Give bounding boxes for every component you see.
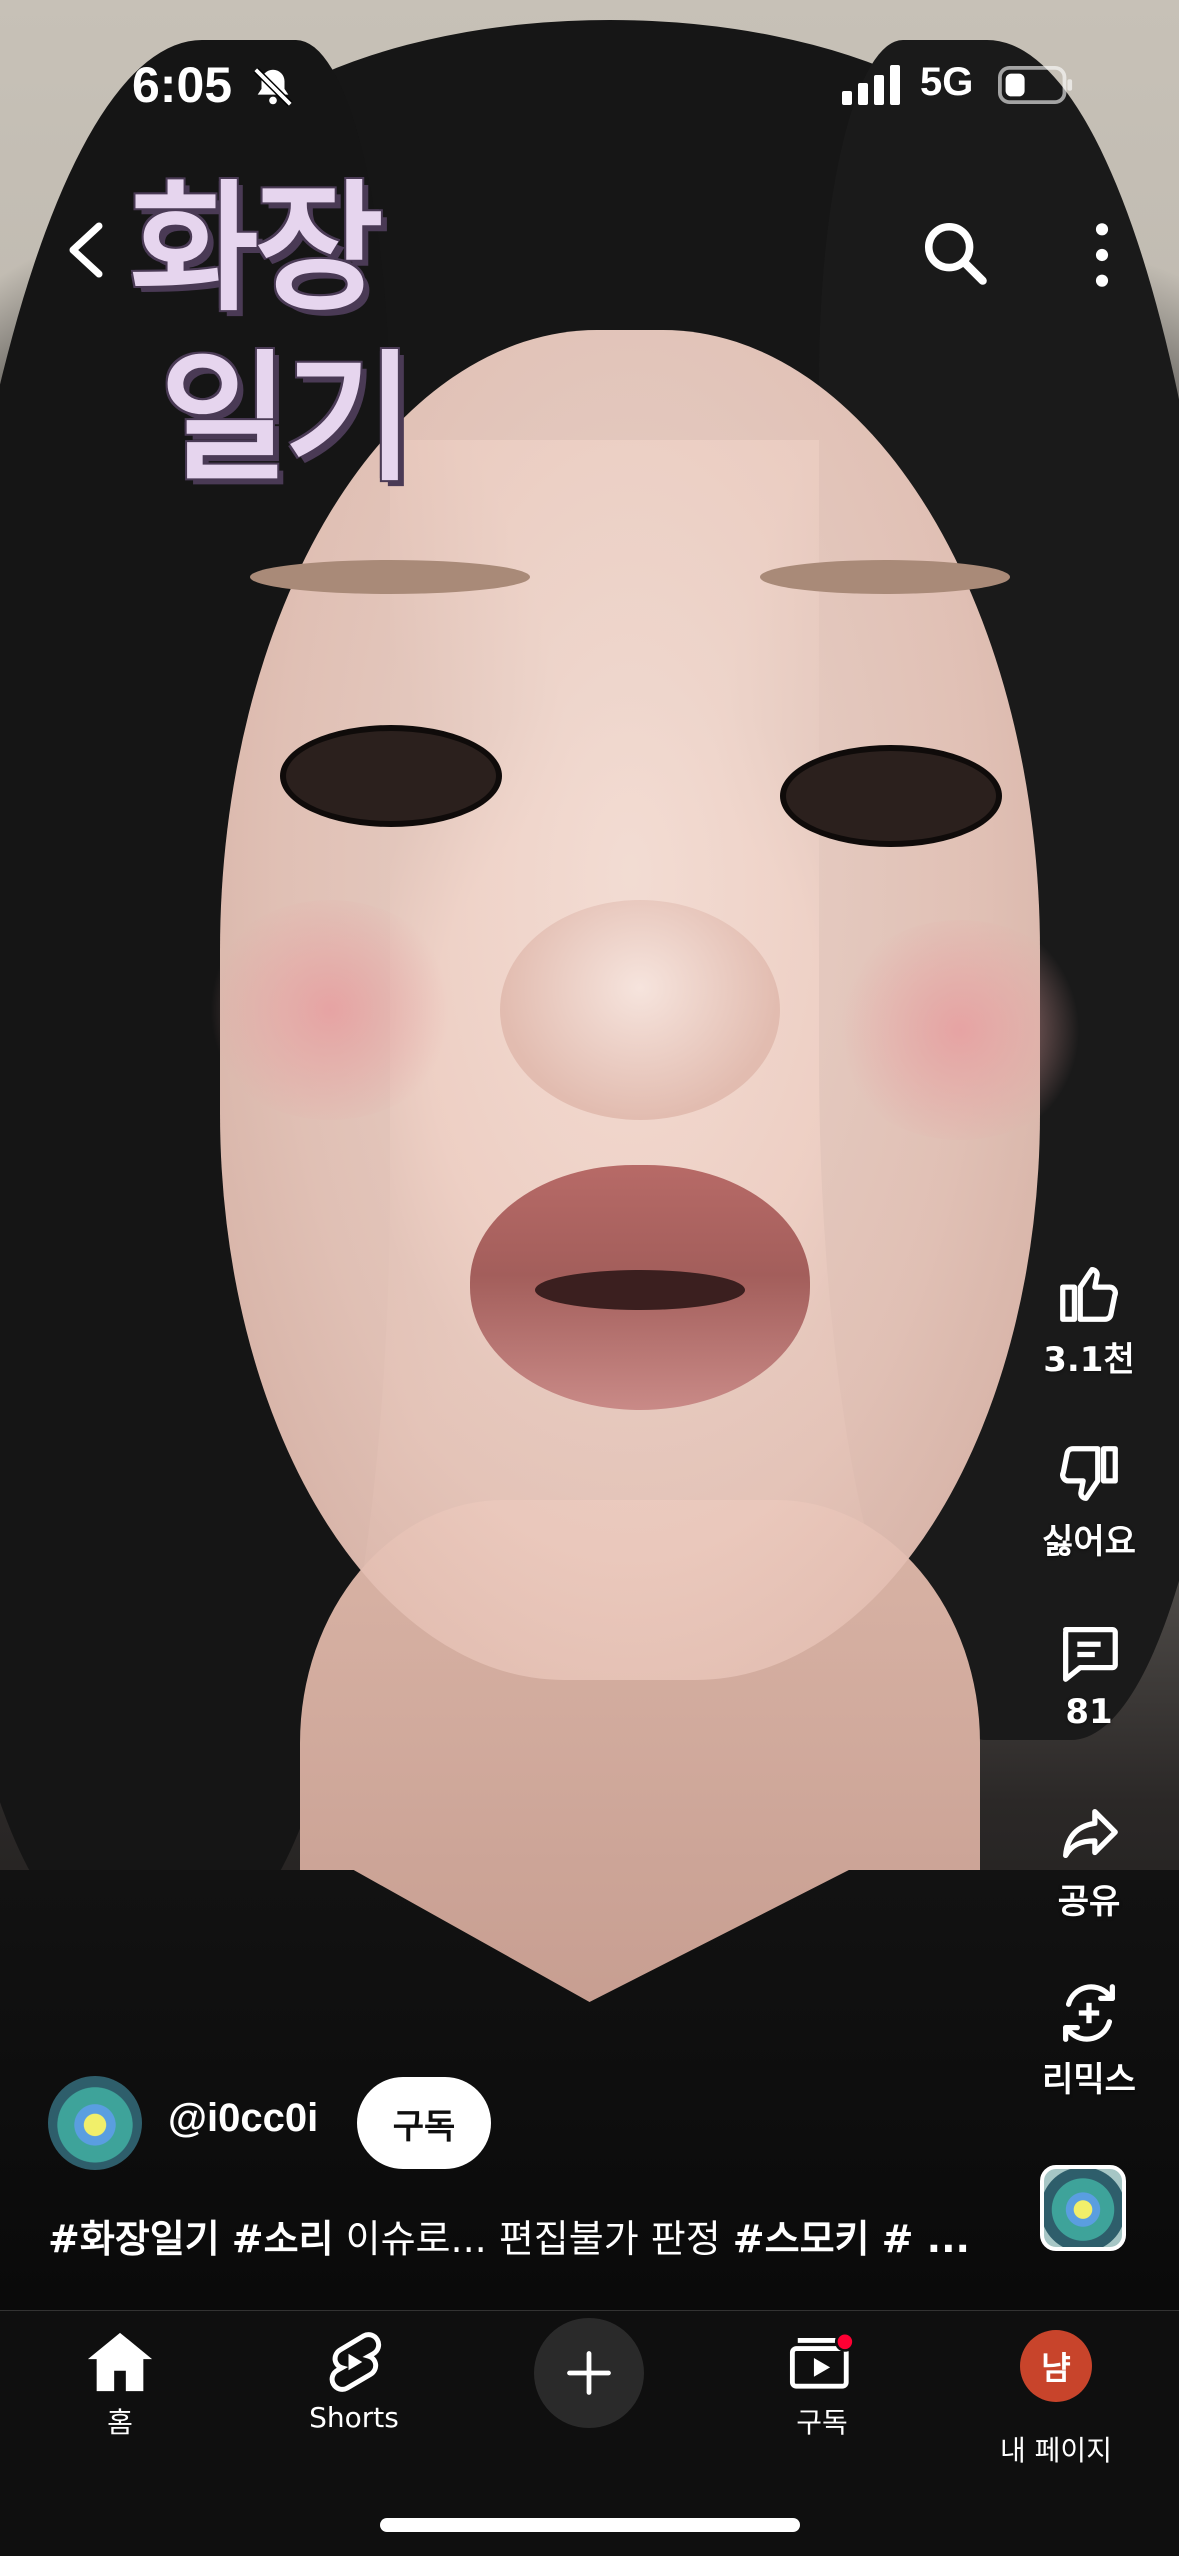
search-icon[interactable]	[920, 218, 990, 288]
signal-icon	[842, 65, 900, 105]
create-button[interactable]	[534, 2318, 644, 2428]
me-avatar[interactable]: 냠	[1020, 2330, 1092, 2402]
like-button[interactable]: 3.1천	[999, 1258, 1179, 1381]
video-brow-right	[760, 560, 1010, 594]
comment-button[interactable]: 81	[999, 1618, 1179, 1732]
home-icon	[87, 2332, 153, 2392]
hashtag[interactable]: #스모키	[733, 2217, 870, 2261]
home-indicator	[380, 2518, 800, 2532]
dislike-button[interactable]: 싫어요	[999, 1440, 1179, 1563]
like-count: 3.1천	[1043, 1340, 1135, 1380]
like-icon	[1060, 1267, 1118, 1322]
subscribe-button[interactable]: 구독	[357, 2077, 491, 2169]
nav-shorts-label: Shorts	[309, 2401, 399, 2434]
remix-label: 리믹스	[1042, 2060, 1136, 2100]
bell-muted-icon	[253, 67, 293, 107]
share-icon	[1063, 1809, 1118, 1859]
sound-thumbnail[interactable]	[1040, 2165, 1126, 2251]
video-blush-left	[200, 900, 460, 1120]
channel-avatar[interactable]	[48, 2076, 142, 2170]
comment-count: 81	[1065, 1692, 1113, 1732]
video-nose	[500, 900, 780, 1120]
overlay-title-line1: 화장	[130, 168, 384, 331]
back-icon[interactable]	[60, 220, 110, 280]
nav-shorts[interactable]: Shorts	[254, 2329, 454, 2434]
battery-icon	[998, 66, 1073, 104]
hashtag[interactable]: #화장일기	[48, 2217, 220, 2261]
more-vertical-icon[interactable]	[1087, 220, 1117, 290]
remix-icon	[1063, 1984, 1115, 2042]
nav-subscriptions-label: 구독	[796, 2406, 848, 2439]
create-icon	[567, 2351, 611, 2395]
nav-subscriptions[interactable]: 구독	[722, 2329, 922, 2441]
hashtag[interactable]: #소리	[232, 2217, 334, 2261]
nav-home[interactable]: 홈	[20, 2329, 220, 2441]
video-blush-right	[830, 920, 1090, 1140]
shorts-screen: 6:05 5G 화장 일기 3.1천 싫어요 81 공유 리믹스 @i0cc0i…	[0, 0, 1179, 2556]
shorts-icon	[329, 2332, 382, 2392]
caption-tail: # ...	[881, 2217, 970, 2261]
status-bar: 6:05 5G	[0, 0, 1179, 170]
subscriptions-icon	[789, 2331, 855, 2389]
nav-me[interactable]: 내 페이지	[956, 2423, 1156, 2469]
caption-text: 이슈로... 편집불가 판정	[345, 2217, 721, 2261]
status-time: 6:05	[132, 57, 233, 113]
video-caption[interactable]: #화장일기 #소리 이슈로... 편집불가 판정 #스모키 # ...	[48, 2208, 978, 2263]
video-mouth	[535, 1270, 745, 1310]
dislike-label: 싫어요	[1042, 1522, 1136, 1562]
share-label: 공유	[1057, 1882, 1121, 1922]
video-brow-left	[250, 560, 530, 594]
dislike-icon	[1060, 1446, 1118, 1501]
comment-icon	[1063, 1627, 1118, 1682]
share-button[interactable]: 공유	[999, 1800, 1179, 1923]
video-eye-left	[280, 725, 502, 827]
video-text-overlay: 화장 일기	[130, 165, 430, 565]
nav-me-label: 내 페이지	[1000, 2434, 1112, 2467]
overlay-title-line2: 일기	[160, 338, 414, 501]
network-type: 5G	[920, 60, 974, 104]
remix-button[interactable]: 리믹스	[999, 1978, 1179, 2101]
video-eye-right	[780, 745, 1002, 847]
channel-handle[interactable]: @i0cc0i	[168, 2096, 318, 2141]
nav-home-label: 홈	[107, 2406, 133, 2439]
